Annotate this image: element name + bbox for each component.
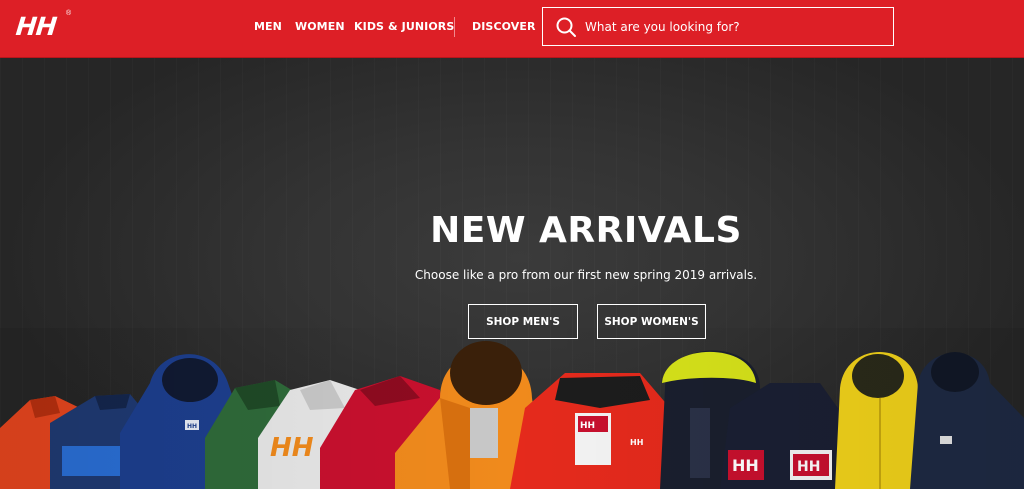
- site-header: HH ® MEN WOMEN KIDS & JUNIORS DISCOVER: [0, 0, 1024, 58]
- hero-banner: HH HH HH HH HH HH NEW ARRIVALS Choose li…: [0, 58, 1024, 489]
- hero-subtitle: Choose like a pro from our first new spr…: [414, 268, 758, 282]
- nav-divider: [454, 17, 455, 37]
- shop-mens-button[interactable]: SHOP MEN'S: [468, 304, 578, 339]
- search-input[interactable]: [585, 19, 885, 34]
- nav-women[interactable]: WOMEN: [295, 20, 345, 33]
- nav-men[interactable]: MEN: [254, 20, 282, 33]
- search-box[interactable]: [542, 7, 894, 46]
- nav-kids-juniors[interactable]: KIDS & JUNIORS: [354, 20, 454, 33]
- registered-mark: ®: [66, 10, 72, 17]
- brand-logo[interactable]: HH: [15, 12, 58, 41]
- jackets-image: HH HH HH HH HH HH: [0, 328, 1024, 489]
- hero-title: NEW ARRIVALS: [430, 210, 742, 251]
- search-icon[interactable]: [555, 16, 577, 38]
- shop-womens-button[interactable]: SHOP WOMEN'S: [597, 304, 706, 339]
- nav-discover[interactable]: DISCOVER: [472, 20, 536, 33]
